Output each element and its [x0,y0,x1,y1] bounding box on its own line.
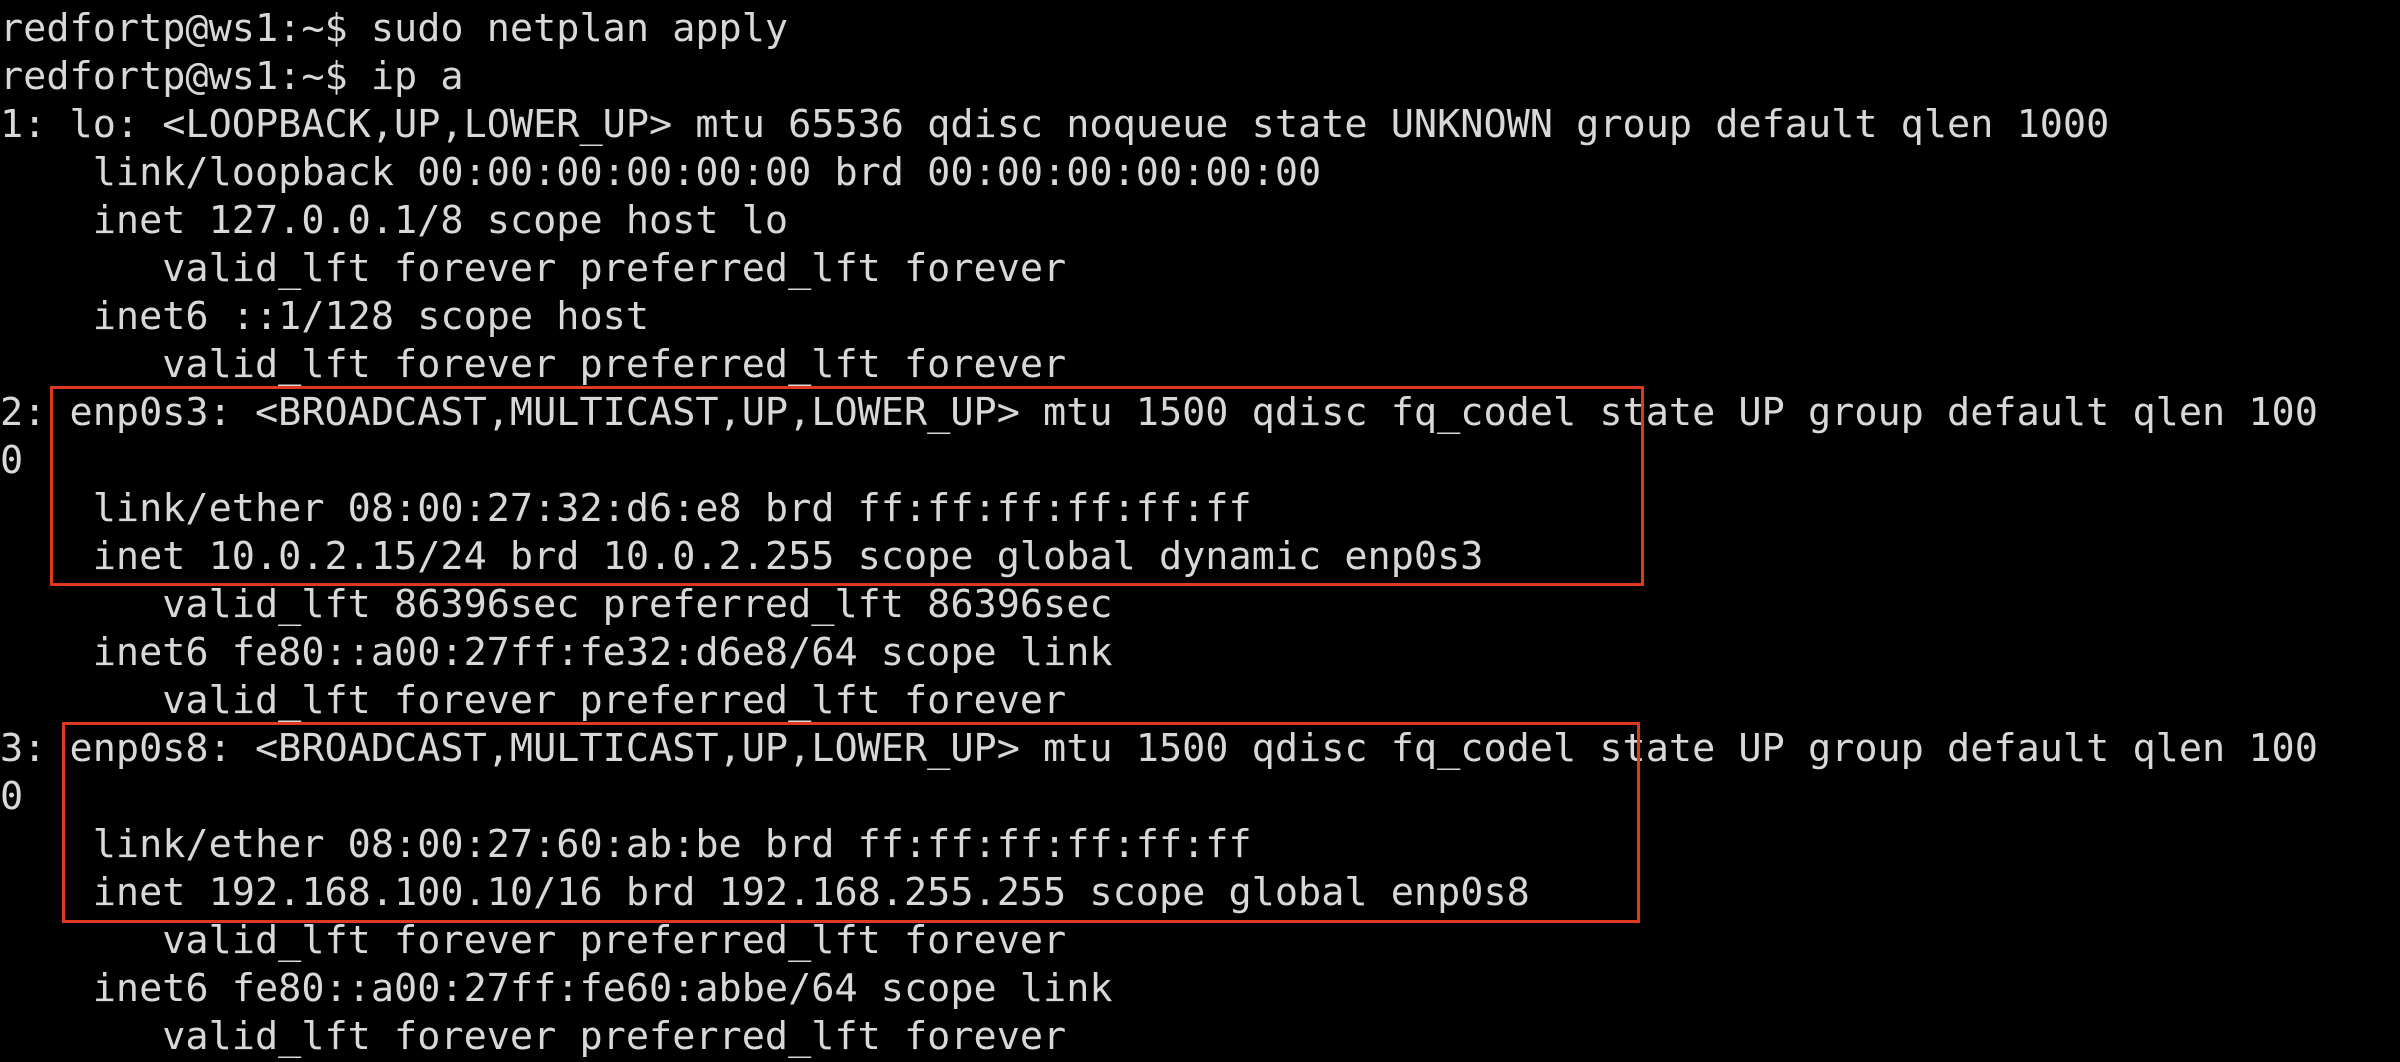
terminal-line-13: valid_lft 86396sec preferred_lft 86396se… [0,582,1113,627]
terminal-line-5: inet 127.0.0.1/8 scope host lo [0,198,789,243]
enp0s3-highlight-box [50,386,1644,586]
terminal-line-6: valid_lft forever preferred_lft forever [0,246,1067,291]
terminal-line-17: 0 [0,774,24,819]
terminal-line-10: 0 [0,438,24,483]
terminal-line-20: valid_lft forever preferred_lft forever [0,918,1067,963]
terminal-line-1: redfortp@ws1:~$ sudo netplan apply [0,6,789,51]
terminal-line-4: link/loopback 00:00:00:00:00:00 brd 00:0… [0,150,1322,195]
terminal-line-2: redfortp@ws1:~$ ip a [0,54,464,99]
terminal-line-21: inet6 fe80::a00:27ff:fe60:abbe/64 scope … [0,966,1113,1011]
terminal-line-7: inet6 ::1/128 scope host [0,294,650,339]
terminal-line-8: valid_lft forever preferred_lft forever [0,342,1067,387]
terminal-line-3: 1: lo: <LOOPBACK,UP,LOWER_UP> mtu 65536 … [0,102,2110,147]
enp0s8-highlight-box [62,722,1640,923]
terminal-line-15: valid_lft forever preferred_lft forever [0,678,1067,723]
terminal-line-14: inet6 fe80::a00:27ff:fe32:d6e8/64 scope … [0,630,1113,675]
terminal-window[interactable]: redfortp@ws1:~$ sudo netplan apply redfo… [0,0,2400,1062]
terminal-line-22: valid_lft forever preferred_lft forever [0,1014,1067,1059]
